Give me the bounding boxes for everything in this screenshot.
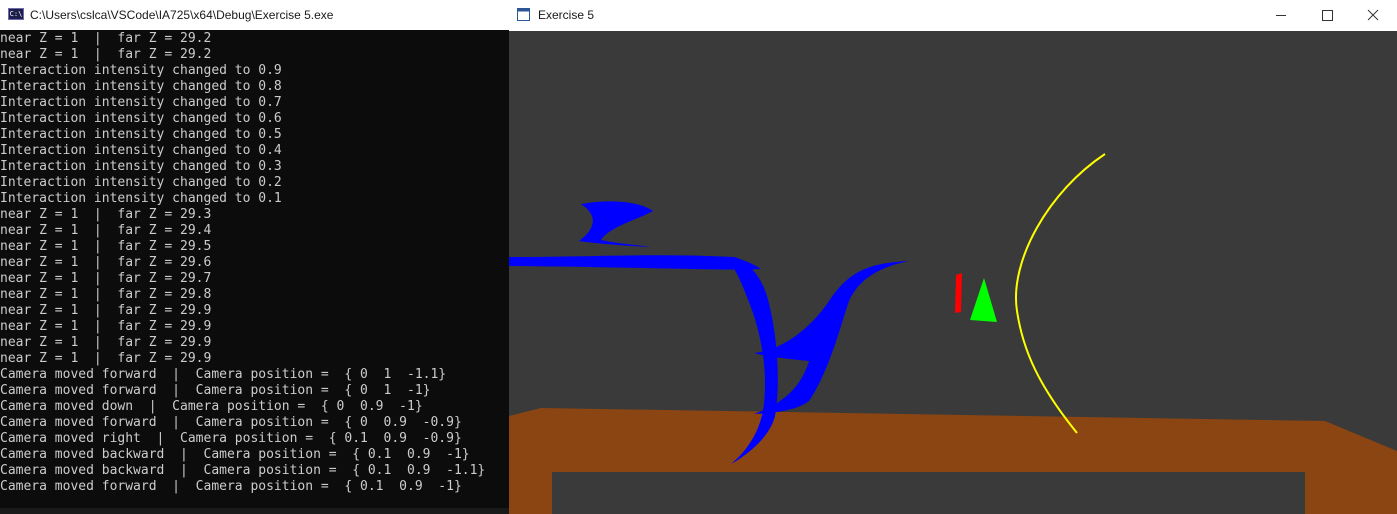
- console-line: near Z = 1 | far Z = 29.6: [0, 255, 212, 270]
- console-line: Camera moved forward | Camera position =…: [0, 383, 431, 398]
- console-line: Interaction intensity changed to 0.5: [0, 127, 282, 142]
- console-line: Camera moved down | Camera position = { …: [0, 399, 423, 414]
- console-window-title: C:\Users\cslca\VSCode\IA725\x64\Debug\Ex…: [30, 8, 334, 22]
- minimize-button[interactable]: [1258, 0, 1304, 31]
- console-line: Camera moved forward | Camera position =…: [0, 415, 462, 430]
- console-line: Interaction intensity changed to 0.6: [0, 111, 282, 126]
- console-line: Camera moved backward | Camera position …: [0, 447, 470, 462]
- console-line: near Z = 1 | far Z = 29.9: [0, 335, 212, 350]
- console-line: Camera moved right | Camera position = {…: [0, 431, 462, 446]
- opengl-window-title: Exercise 5: [538, 8, 595, 22]
- console-line: near Z = 1 | far Z = 29.8: [0, 287, 212, 302]
- console-line: near Z = 1 | far Z = 29.2: [0, 31, 212, 46]
- close-button[interactable]: [1350, 0, 1396, 31]
- maximize-button[interactable]: [1304, 0, 1350, 31]
- console-line: Interaction intensity changed to 0.8: [0, 79, 282, 94]
- console-titlebar[interactable]: C:\ C:\Users\cslca\VSCode\IA725\x64\Debu…: [0, 0, 509, 30]
- minimize-icon: [1276, 15, 1286, 16]
- console-line: Camera moved backward | Camera position …: [0, 463, 486, 478]
- console-line: near Z = 1 | far Z = 29.3: [0, 207, 212, 222]
- close-icon: [1367, 9, 1379, 21]
- console-line: Interaction intensity changed to 0.3: [0, 159, 282, 174]
- console-line: near Z = 1 | far Z = 29.5: [0, 239, 212, 254]
- opengl-titlebar[interactable]: Exercise 5: [509, 0, 1397, 31]
- console-line: Camera moved forward | Camera position =…: [0, 479, 462, 494]
- console-line: Interaction intensity changed to 0.2: [0, 175, 282, 190]
- console-line: near Z = 1 | far Z = 29.9: [0, 319, 212, 334]
- console-line: near Z = 1 | far Z = 29.4: [0, 223, 212, 238]
- console-app-icon: C:\: [8, 8, 24, 20]
- console-line: near Z = 1 | far Z = 29.7: [0, 271, 212, 286]
- table-underside: [552, 472, 1305, 514]
- console-line: near Z = 1 | far Z = 29.2: [0, 47, 212, 62]
- console-line: Interaction intensity changed to 0.1: [0, 191, 282, 206]
- table-leg-right: [1305, 480, 1384, 514]
- red-bar: [955, 273, 962, 313]
- console-line: near Z = 1 | far Z = 29.9: [0, 351, 212, 366]
- console-bottom-edge: [0, 508, 509, 514]
- console-line: near Z = 1 | far Z = 29.9: [0, 303, 212, 318]
- opengl-window-icon: [517, 8, 530, 21]
- maximize-icon: [1322, 10, 1333, 21]
- console-line: Interaction intensity changed to 0.4: [0, 143, 282, 158]
- opengl-viewport[interactable]: [509, 31, 1397, 514]
- console-line: Camera moved forward | Camera position =…: [0, 367, 447, 382]
- console-window[interactable]: C:\ C:\Users\cslca\VSCode\IA725\x64\Debu…: [0, 0, 509, 514]
- console-line: Interaction intensity changed to 0.9: [0, 63, 282, 78]
- console-output[interactable]: near Z = 1 | far Z = 29.2 near Z = 1 | fa…: [0, 31, 509, 495]
- console-line: Interaction intensity changed to 0.7: [0, 95, 282, 110]
- opengl-window[interactable]: Exercise 5: [509, 0, 1397, 514]
